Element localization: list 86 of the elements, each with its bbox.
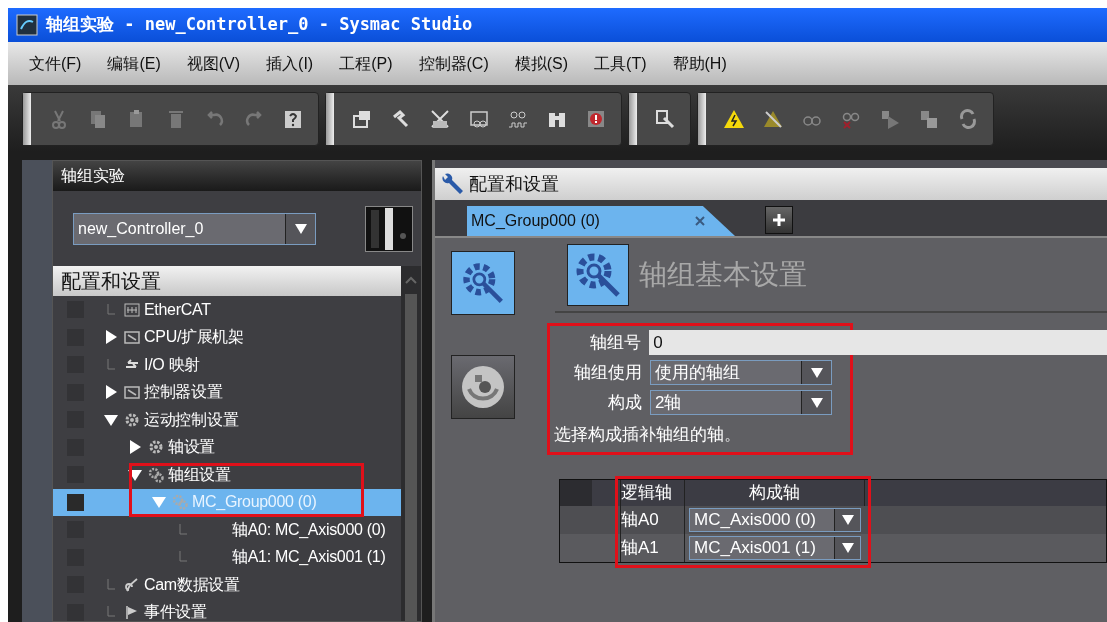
expand-arrow-icon[interactable] <box>104 385 118 400</box>
toolbar-grip[interactable] <box>629 92 637 145</box>
header-corner-cell <box>560 479 592 506</box>
controller-icon[interactable] <box>365 205 413 252</box>
menu-item[interactable]: 工程(P) <box>326 51 406 76</box>
field-label: 轴组使用 <box>573 361 642 384</box>
table-cell: 轴A0 <box>620 505 685 534</box>
text-field[interactable]: 0 <box>649 330 1107 355</box>
collapse-arrow-icon[interactable] <box>128 467 142 482</box>
field-label: 构成 <box>607 391 642 414</box>
menu-item[interactable]: 帮助(H) <box>659 51 740 76</box>
close-icon[interactable] <box>695 216 705 226</box>
cross-arrows-icon[interactable] <box>429 107 451 130</box>
table-cell: 轴A1 <box>620 533 685 562</box>
cam-tab-button[interactable] <box>451 355 515 419</box>
panel-title: 轴组实验 <box>53 161 421 191</box>
tree-connector-icon <box>178 523 188 536</box>
field-label: 轴组号 <box>589 331 642 354</box>
controller-dropdown[interactable]: new_Controller_0 <box>73 212 316 245</box>
expand-arrow-icon[interactable] <box>104 330 118 345</box>
menu-item[interactable]: 模拟(S) <box>501 51 582 76</box>
tree-item-label[interactable]: Cam数据设置 <box>144 572 240 597</box>
window-title: 轴组实验 - new_Controller_0 - Sysmac Studio <box>46 13 473 37</box>
tree-item-label[interactable]: 运动控制设置 <box>144 407 239 432</box>
plus-icon <box>772 213 786 227</box>
menu-item[interactable]: 视图(V) <box>173 51 254 76</box>
scrollbar[interactable] <box>401 266 421 621</box>
collapse-arrow-icon[interactable] <box>104 412 118 427</box>
menu-item[interactable]: 工具(T) <box>581 51 660 76</box>
menu-item[interactable]: 编辑(E) <box>94 51 174 76</box>
tree-connector-icon <box>106 303 116 316</box>
gears-icon <box>172 494 188 511</box>
tree-checkbox[interactable] <box>67 603 84 621</box>
gear-icon <box>124 411 140 428</box>
tree-item-label[interactable]: 轴组设置 <box>168 462 231 487</box>
tree-connector-icon <box>106 606 116 619</box>
tree-item-label[interactable]: I/O 映射 <box>144 352 200 377</box>
dropdown-arrow-icon <box>294 223 307 234</box>
pen-icon <box>124 576 140 593</box>
tree-connector-icon <box>178 551 188 564</box>
axis-dropdown[interactable]: MC_Axis000 (0) <box>689 507 861 532</box>
menu-item[interactable]: 插入(I) <box>253 51 327 76</box>
network-icon <box>124 301 140 318</box>
dropdown-arrow-icon <box>810 397 823 408</box>
gears-icon <box>148 466 164 483</box>
rack-icon <box>124 329 140 346</box>
dropdown-arrow-icon <box>841 542 854 553</box>
tree-item-label[interactable]: 事件设置 <box>144 600 207 622</box>
dropdown[interactable]: 使用的轴组 <box>650 360 832 385</box>
hint-text: 选择构成插补轴组的轴。 <box>554 424 742 446</box>
column-header: 构成轴 <box>685 479 865 506</box>
toolbar-grip[interactable] <box>23 92 31 145</box>
dropdown-arrow-icon <box>810 367 823 378</box>
wrench-icon <box>439 172 465 196</box>
section-header[interactable]: 配置和设置 <box>53 266 401 296</box>
menu-item[interactable]: 文件(F) <box>16 51 95 76</box>
tree-checkbox[interactable] <box>67 493 84 511</box>
dropdown-arrow-icon <box>841 514 854 525</box>
refresh-icon[interactable] <box>957 107 979 130</box>
menu-item[interactable]: 控制器(C) <box>405 51 502 76</box>
edit-icon[interactable] <box>654 107 676 130</box>
tree-connector-icon <box>106 358 116 371</box>
toolbar-grip[interactable] <box>326 92 334 145</box>
tree-item-label[interactable]: 控制器设置 <box>144 380 223 405</box>
settings-tab-button[interactable] <box>451 251 515 315</box>
section-heading: 轴组基本设置 <box>639 257 807 292</box>
tree-item-label[interactable]: EtherCAT <box>144 297 211 322</box>
tree-item-label[interactable]: 轴A0: MC_Axis000 (0) <box>232 517 386 542</box>
tree-connector-icon <box>106 578 116 591</box>
column-header: 逻辑轴 <box>620 479 685 506</box>
editor-title: 配置和设置 <box>469 172 559 196</box>
gear-icon <box>148 439 164 456</box>
editor-tab[interactable]: MC_Group000 (0) <box>467 206 735 236</box>
rack-icon <box>124 384 140 401</box>
axis-dropdown[interactable]: MC_Axis001 (1) <box>689 535 861 560</box>
tab-label[interactable]: MC_Group000 (0) <box>471 209 600 233</box>
gear-wrench-icon <box>461 261 505 305</box>
tree-item-label[interactable]: CPU/扩展机架 <box>144 325 244 350</box>
toolbar-grip[interactable] <box>698 92 706 145</box>
dropdown[interactable]: 2轴 <box>650 390 832 415</box>
expand-arrow-icon[interactable] <box>128 440 142 455</box>
rotate-icon <box>459 363 507 411</box>
app-icon <box>16 14 38 36</box>
add-tab-button[interactable] <box>765 206 793 234</box>
tree-item-label[interactable]: 轴A1: MC_Axis001 (1) <box>232 545 386 570</box>
tree-item-label[interactable]: 轴设置 <box>168 435 216 460</box>
